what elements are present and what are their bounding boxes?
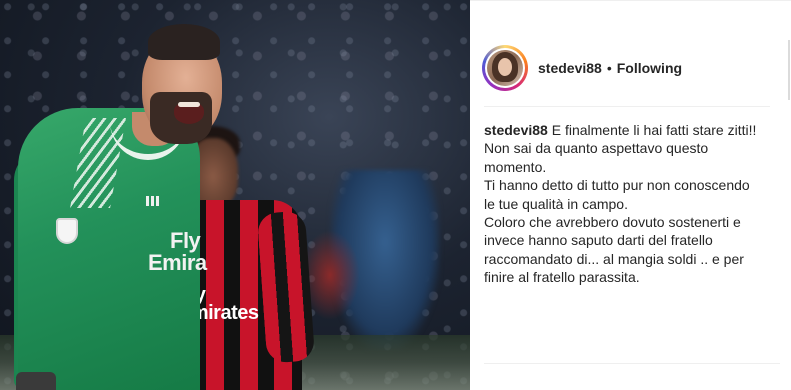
caption-username[interactable]: stedevi88	[484, 122, 548, 138]
following-button[interactable]: Following	[617, 60, 682, 76]
keeper-glove	[16, 372, 56, 390]
brand-logo	[146, 196, 160, 206]
username-link[interactable]: stedevi88	[538, 60, 602, 76]
header-divider	[484, 106, 770, 107]
keeper-sponsor: Fly Emira	[148, 230, 207, 274]
header-text: stedevi88 • Following	[538, 60, 682, 76]
keeper-hair	[148, 24, 220, 60]
sponsor-line-1: Fly	[170, 228, 201, 253]
caption-line: stedevi88 E finalmente li hai fatti star…	[484, 121, 776, 139]
caption-line: momento.	[484, 158, 547, 175]
caption-line: Ti hanno detto di tutto pur non conoscen…	[484, 177, 750, 194]
scrollbar[interactable]	[788, 40, 790, 100]
panel-top-border	[470, 0, 791, 1]
caption-line: Coloro che avrebbero dovuto sostenerti e	[484, 214, 741, 231]
instagram-post: Fly Emirates Fly Emira	[0, 0, 791, 390]
caption-line: raccomandato di... al mangia soldi .. e …	[484, 250, 744, 267]
post-photo[interactable]: Fly Emirates Fly Emira	[0, 0, 470, 390]
caption-text: E finalmente li hai fatti stare zitti!!	[547, 122, 757, 138]
avatar-border	[485, 48, 525, 88]
actions-divider	[484, 363, 780, 364]
story-ring[interactable]	[482, 45, 528, 91]
caption-line: Non sai da quanto aspettavo questo	[484, 140, 709, 157]
caption-line: finire al fratello parassita.	[484, 269, 640, 286]
caption-line: le tue qualità in campo.	[484, 195, 628, 212]
avatar[interactable]	[487, 50, 523, 86]
avatar-face	[498, 58, 512, 76]
sponsor-line-2: Emira	[148, 250, 207, 275]
keeper-teeth	[178, 102, 200, 107]
post-header: stedevi88 • Following	[482, 44, 782, 92]
caption-line: invece hanno saputo darti del fratello	[484, 232, 713, 249]
separator-dot: •	[606, 60, 612, 76]
competition-badge	[56, 218, 78, 244]
caption: stedevi88 E finalmente li hai fatti star…	[484, 121, 776, 287]
